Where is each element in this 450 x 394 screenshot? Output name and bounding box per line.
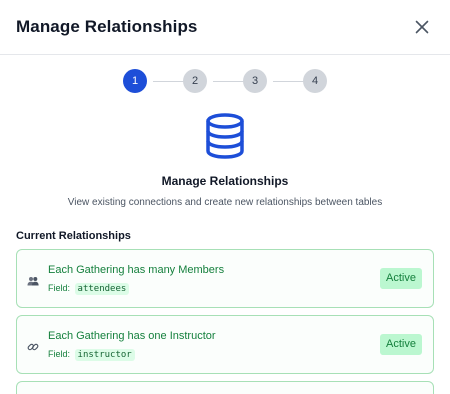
close-icon[interactable] [412, 17, 432, 37]
step-1[interactable]: 1 [123, 69, 147, 93]
dialog-header: Manage Relationships [0, 0, 450, 55]
stepper: 1 2 3 4 [123, 69, 327, 93]
relationship-card[interactable] [16, 381, 434, 394]
relationship-text: Each Gathering has one Instructor [48, 330, 216, 342]
field-row: Field: instructor [48, 349, 135, 361]
relationship-card[interactable]: Each Gathering has one Instructor Field:… [16, 315, 434, 374]
status-badge: Active [380, 334, 422, 355]
hero-subtitle: View existing connections and create new… [67, 197, 383, 208]
relationship-card[interactable]: Each Gathering has many Members Field: a… [16, 249, 434, 308]
hero-title: Manage Relationships [161, 174, 289, 188]
dialog-title: Manage Relationships [16, 17, 198, 36]
field-name: instructor [74, 349, 135, 361]
step-2[interactable]: 2 [183, 69, 207, 93]
field-label: Field: [48, 349, 71, 359]
relationship-text: Each Gathering has many Members [48, 264, 225, 276]
step-4[interactable]: 4 [303, 69, 327, 93]
link-icon [27, 340, 39, 352]
field-label: Field: [48, 283, 71, 293]
step-3[interactable]: 3 [243, 69, 267, 93]
field-row: Field: attendees [48, 283, 130, 295]
section-title: Current Relationships [16, 230, 131, 242]
status-badge: Active [380, 268, 422, 289]
people-icon [27, 274, 39, 286]
database-icon [203, 113, 247, 159]
field-name: attendees [74, 283, 130, 295]
